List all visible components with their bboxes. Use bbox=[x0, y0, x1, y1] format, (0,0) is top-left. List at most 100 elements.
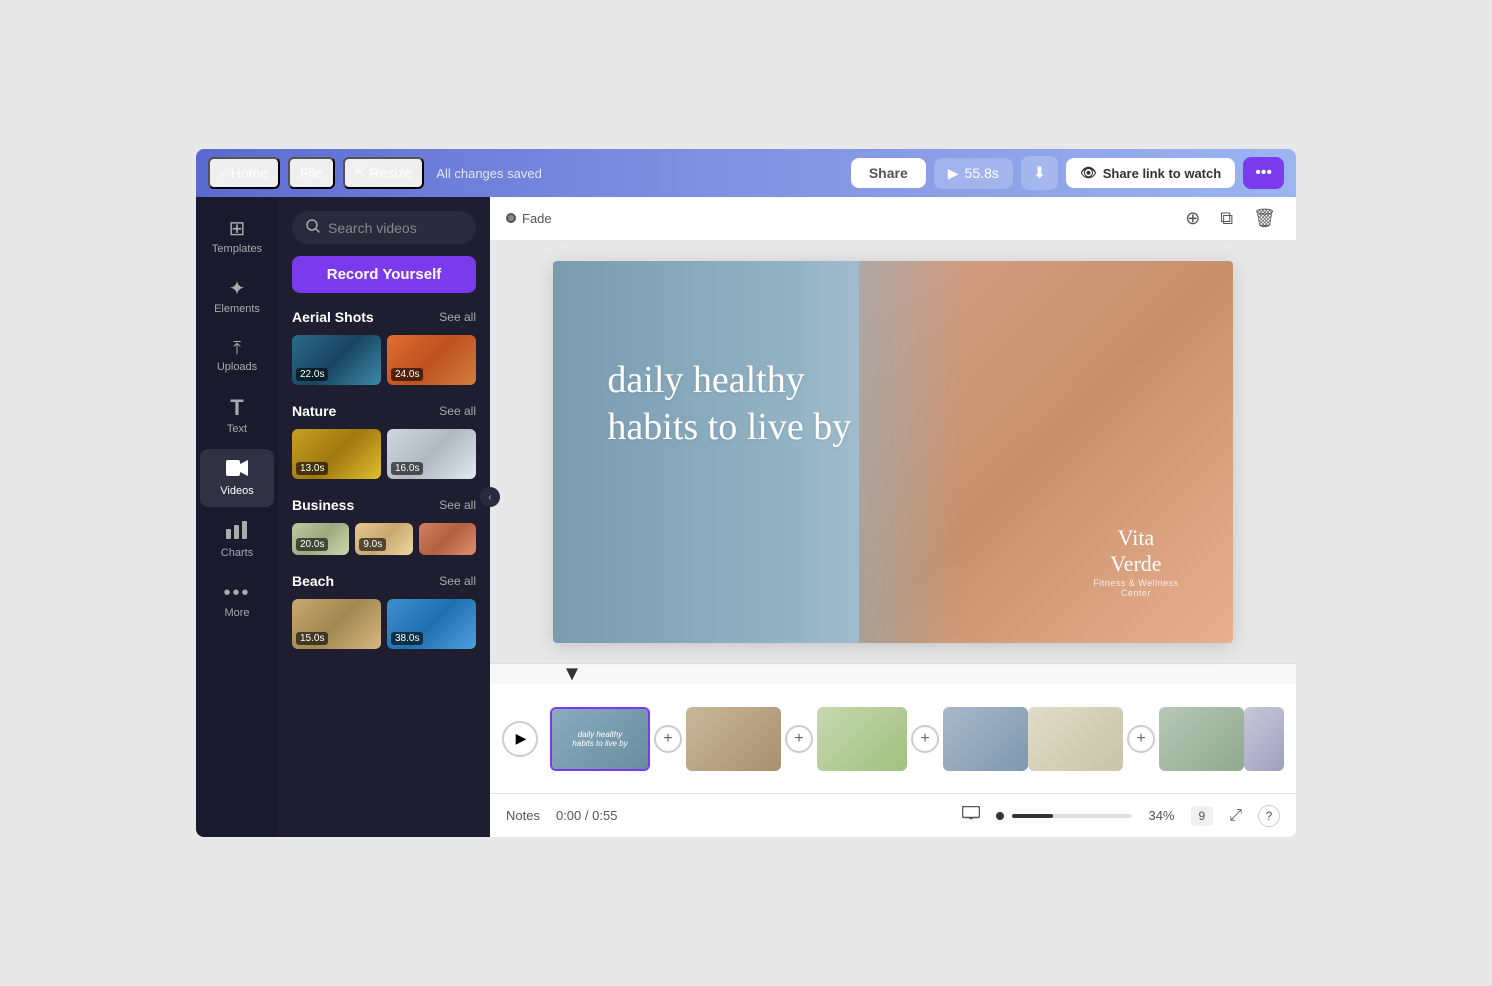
play-preview-button[interactable]: ▶ 55.8s bbox=[934, 158, 1013, 189]
home-button[interactable]: ‹ Home bbox=[208, 157, 280, 189]
nature-section-header: Nature See all bbox=[292, 403, 476, 419]
video-duration: 15.0s bbox=[296, 632, 328, 645]
add-slide-button[interactable]: ⊕ bbox=[1181, 204, 1204, 233]
timeline-clip[interactable] bbox=[686, 707, 781, 771]
canvas-area: Fade ⊕ ⧉ 🗑 bbox=[490, 197, 1296, 837]
search-input[interactable] bbox=[328, 220, 490, 236]
slide-preview[interactable]: daily healthy habits to live by VitaVerd… bbox=[553, 261, 1233, 644]
sidebar-item-uploads[interactable]: ⤒ Uploads bbox=[200, 329, 274, 383]
timeline-clip[interactable] bbox=[1159, 707, 1244, 771]
sidebar: ⊞ Templates ✦ Elements ⤒ Uploads T Text bbox=[196, 197, 278, 837]
delete-slide-button[interactable]: 🗑 bbox=[1249, 204, 1280, 233]
add-clip-button[interactable]: + bbox=[911, 725, 939, 753]
sidebar-item-elements[interactable]: ✦ Elements bbox=[200, 269, 274, 325]
download-icon: ⬇ bbox=[1033, 165, 1046, 182]
file-label: File bbox=[300, 165, 323, 181]
video-thumb[interactable] bbox=[419, 523, 476, 555]
sidebar-item-text[interactable]: T Text bbox=[200, 387, 274, 445]
canvas-main[interactable]: daily healthy habits to live by VitaVerd… bbox=[490, 241, 1296, 664]
share-button[interactable]: Share bbox=[851, 158, 926, 188]
slide-brand: VitaVerde Fitness & WellnessCenter bbox=[1093, 525, 1178, 598]
videos-panel: Record Yourself Aerial Shots See all 22.… bbox=[278, 197, 490, 837]
sidebar-item-label: Templates bbox=[212, 243, 262, 255]
business-section-header: Business See all bbox=[292, 497, 476, 513]
more-icon: ••• bbox=[1255, 164, 1272, 181]
video-thumb[interactable]: 24.0s bbox=[387, 335, 476, 385]
resize-button[interactable]: ⇱ Resize bbox=[343, 157, 425, 189]
play-icon: ▶ bbox=[948, 165, 959, 182]
sidebar-item-templates[interactable]: ⊞ Templates bbox=[200, 209, 274, 265]
video-thumb[interactable]: 22.0s bbox=[292, 335, 381, 385]
search-icon bbox=[306, 219, 320, 236]
timeline-play-button[interactable]: ▶ bbox=[502, 721, 538, 757]
video-thumb[interactable]: 38.0s bbox=[387, 599, 476, 649]
canvas-toolbar: Fade ⊕ ⧉ 🗑 bbox=[490, 197, 1296, 241]
section-title: Aerial Shots bbox=[292, 309, 374, 325]
help-button[interactable]: ? bbox=[1258, 805, 1280, 827]
video-thumb[interactable]: 15.0s bbox=[292, 599, 381, 649]
fullscreen-icon: ⤢ bbox=[1229, 807, 1242, 824]
fullscreen-button[interactable]: ⤢ bbox=[1229, 807, 1242, 825]
file-button[interactable]: File bbox=[288, 157, 335, 189]
timeline-clip[interactable] bbox=[1028, 707, 1123, 771]
page-number-button[interactable]: 9 bbox=[1191, 806, 1214, 826]
progress-dot[interactable] bbox=[996, 812, 1004, 820]
record-yourself-button[interactable]: Record Yourself bbox=[292, 256, 476, 293]
display-mode-button[interactable] bbox=[962, 806, 980, 825]
more-options-button[interactable]: ••• bbox=[1243, 157, 1284, 189]
home-label: Home bbox=[231, 165, 268, 181]
brand-sub: Fitness & WellnessCenter bbox=[1093, 578, 1178, 598]
duplicate-slide-button[interactable]: ⧉ bbox=[1216, 204, 1237, 233]
share-link-label: Share link to watch bbox=[1103, 166, 1221, 181]
add-clip-button[interactable]: + bbox=[654, 725, 682, 753]
resize-icon: ⇱ bbox=[355, 165, 366, 181]
add-clip-button[interactable]: + bbox=[1127, 725, 1155, 753]
see-all-business[interactable]: See all bbox=[439, 498, 476, 512]
brand-name: VitaVerde bbox=[1093, 525, 1178, 578]
hide-panel-button[interactable]: ‹ bbox=[480, 487, 500, 507]
aerial-video-grid: 22.0s 24.0s bbox=[292, 335, 476, 385]
see-all-nature[interactable]: See all bbox=[439, 404, 476, 418]
progress-bar[interactable] bbox=[1012, 814, 1132, 818]
sidebar-item-videos[interactable]: Videos bbox=[200, 449, 274, 507]
timeline-scrubber bbox=[490, 664, 1296, 684]
video-duration: 22.0s bbox=[296, 368, 328, 381]
share-link-button[interactable]: 👁 Share link to watch bbox=[1066, 158, 1235, 188]
elements-icon: ✦ bbox=[229, 279, 246, 299]
download-button[interactable]: ⬇ bbox=[1021, 156, 1058, 190]
see-all-aerial[interactable]: See all bbox=[439, 310, 476, 324]
sidebar-item-charts[interactable]: Charts bbox=[200, 511, 274, 569]
fade-dot-icon bbox=[506, 213, 516, 223]
add-clip-button[interactable]: + bbox=[785, 725, 813, 753]
notes-button[interactable]: Notes bbox=[506, 808, 540, 823]
see-all-beach[interactable]: See all bbox=[439, 574, 476, 588]
time-display: 0:00 / 0:55 bbox=[556, 808, 617, 823]
saved-status: All changes saved bbox=[436, 166, 542, 181]
timeline-clip[interactable] bbox=[943, 707, 1028, 771]
scrubber-marker bbox=[566, 668, 578, 680]
video-thumb[interactable]: 20.0s bbox=[292, 523, 349, 555]
sidebar-item-label: Charts bbox=[221, 547, 253, 559]
question-icon: ? bbox=[1266, 809, 1273, 823]
beach-video-grid: 15.0s 38.0s bbox=[292, 599, 476, 649]
timeline-clip[interactable] bbox=[1244, 707, 1284, 771]
slide-bg-overlay bbox=[553, 261, 961, 644]
play-time: 55.8s bbox=[965, 165, 999, 181]
sidebar-item-more[interactable]: ••• More bbox=[200, 573, 274, 629]
timeline-clip[interactable]: daily healthy habits to live by bbox=[550, 707, 650, 771]
beach-section-header: Beach See all bbox=[292, 573, 476, 589]
video-thumb[interactable]: 9.0s bbox=[355, 523, 412, 555]
video-duration: 20.0s bbox=[296, 538, 328, 551]
video-thumb[interactable]: 16.0s bbox=[387, 429, 476, 479]
video-thumb[interactable]: 13.0s bbox=[292, 429, 381, 479]
timeline-clip[interactable] bbox=[817, 707, 907, 771]
duplicate-icon: ⧉ bbox=[1220, 208, 1233, 228]
sidebar-item-label: Uploads bbox=[217, 361, 257, 373]
video-duration: 24.0s bbox=[391, 368, 423, 381]
progress-fill bbox=[1012, 814, 1053, 818]
search-bar bbox=[292, 211, 476, 244]
sidebar-item-label: Text bbox=[227, 423, 247, 435]
nature-video-grid: 13.0s 16.0s bbox=[292, 429, 476, 479]
transition-indicator[interactable]: Fade bbox=[506, 211, 552, 226]
section-title: Beach bbox=[292, 573, 334, 589]
